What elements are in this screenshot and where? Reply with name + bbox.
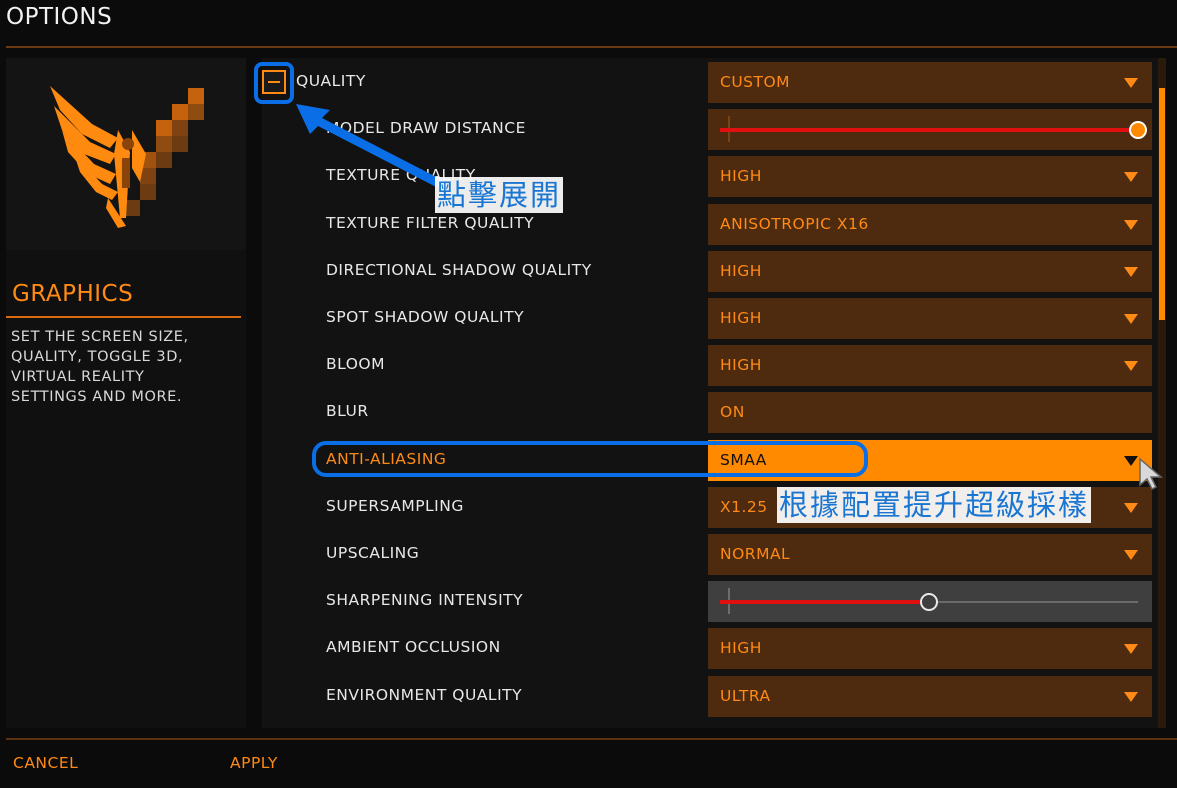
setting-row[interactable]: DIRECTIONAL SHADOW QUALITY HIGH [262, 247, 1158, 294]
slider-fill [720, 128, 1138, 132]
setting-value: X1.25 [720, 498, 768, 516]
setting-dropdown[interactable]: HIGH [708, 251, 1152, 292]
setting-row[interactable]: SPOT SHADOW QUALITY HIGH [262, 294, 1158, 341]
section-description: SET THE SCREEN SIZE, QUALITY, TOGGLE 3D,… [11, 329, 189, 405]
setting-dropdown[interactable]: HIGH [708, 298, 1152, 339]
dropdown-arrow-icon[interactable] [1124, 644, 1138, 654]
title-divider [6, 46, 1177, 48]
setting-row[interactable]: TEXTURE FILTER QUALITY ANISOTROPIC X16 [262, 200, 1158, 247]
setting-value: ON [720, 403, 745, 421]
dropdown-arrow-icon[interactable] [1124, 692, 1138, 702]
dropdown-arrow-icon[interactable] [1124, 267, 1138, 277]
setting-row[interactable]: MODEL DRAW DISTANCE [262, 105, 1158, 152]
cancel-button[interactable]: CANCEL [13, 754, 78, 772]
scrollbar-thumb[interactable] [1159, 88, 1165, 320]
setting-value: HIGH [720, 262, 762, 280]
setting-row[interactable]: UPSCALING NORMAL [262, 530, 1158, 577]
setting-row[interactable]: ENVIRONMENT QUALITY ULTRA [262, 672, 1158, 719]
setting-value: CUSTOM [720, 73, 791, 91]
section-divider [6, 316, 241, 318]
dropdown-arrow-icon[interactable] [1124, 78, 1138, 88]
dropdown-arrow-icon[interactable] [1124, 550, 1138, 560]
annotation-highlight-collapse [254, 62, 294, 104]
setting-label: SPOT SHADOW QUALITY [326, 308, 525, 326]
setting-dropdown[interactable]: CUSTOM [708, 62, 1152, 103]
dropdown-arrow-icon[interactable] [1124, 172, 1138, 182]
setting-row[interactable]: BLUR ON [262, 388, 1158, 435]
setting-dropdown[interactable]: ANISOTROPIC X16 [708, 204, 1152, 245]
slider-track[interactable] [720, 128, 1138, 132]
setting-dropdown[interactable]: NORMAL [708, 534, 1152, 575]
setting-row[interactable]: TEXTURE QUALITY HIGH [262, 152, 1158, 199]
apply-button[interactable]: APPLY [230, 754, 278, 772]
scrollbar[interactable] [1158, 58, 1166, 728]
setting-label: MODEL DRAW DISTANCE [326, 119, 526, 137]
setting-value: HIGH [720, 309, 762, 327]
setting-label: BLUR [326, 402, 369, 420]
setting-dropdown[interactable]: HIGH [708, 156, 1152, 197]
setting-toggle[interactable]: ON [708, 392, 1152, 433]
setting-dropdown[interactable]: ULTRA [708, 676, 1152, 717]
dropdown-arrow-icon[interactable] [1124, 456, 1138, 466]
setting-slider[interactable] [708, 581, 1152, 622]
section-title: GRAPHICS [12, 281, 134, 307]
emblem-graphic [50, 86, 204, 228]
setting-value: HIGH [720, 167, 762, 185]
dropdown-arrow-icon[interactable] [1124, 220, 1138, 230]
dropdown-arrow-icon[interactable] [1124, 503, 1138, 513]
setting-dropdown[interactable]: HIGH [708, 628, 1152, 669]
setting-value: HIGH [720, 639, 762, 657]
slider-handle[interactable] [920, 593, 938, 611]
elite-emblem [6, 58, 246, 250]
setting-label: UPSCALING [326, 544, 420, 562]
setting-label: SUPERSAMPLING [326, 497, 464, 515]
setting-value: NORMAL [720, 545, 791, 563]
annotation-expand-note: 點擊展開 [435, 177, 564, 213]
setting-label: QUALITY [296, 72, 366, 90]
setting-label: ENVIRONMENT QUALITY [326, 686, 523, 704]
dropdown-arrow-icon[interactable] [1124, 361, 1138, 371]
setting-label: BLOOM [326, 355, 385, 373]
annotation-supersampling-note: 根據配置提升超級採樣 [777, 487, 1092, 523]
setting-row[interactable]: QUALITY CUSTOM [262, 58, 1158, 105]
annotation-highlight-anti-aliasing [312, 441, 868, 477]
setting-dropdown[interactable]: HIGH [708, 345, 1152, 386]
setting-label: SHARPENING INTENSITY [326, 591, 524, 609]
setting-row[interactable]: BLOOM HIGH [262, 341, 1158, 388]
footer-divider [6, 738, 1177, 740]
settings-panel: QUALITY CUSTOM MODEL DRAW DISTANCE TEXTURE … [262, 58, 1158, 728]
setting-label: AMBIENT OCCLUSION [326, 638, 501, 656]
window-title: OPTIONS [6, 4, 113, 30]
dropdown-arrow-icon[interactable] [1124, 314, 1138, 324]
setting-value: ANISOTROPIC X16 [720, 215, 869, 233]
setting-label: DIRECTIONAL SHADOW QUALITY [326, 261, 592, 279]
setting-slider[interactable] [708, 109, 1152, 150]
setting-value: HIGH [720, 356, 762, 374]
slider-handle[interactable] [1129, 121, 1147, 139]
slider-fill [720, 600, 929, 604]
setting-value: ULTRA [720, 687, 771, 705]
setting-row[interactable]: SHARPENING INTENSITY [262, 577, 1158, 624]
setting-row[interactable]: AMBIENT OCCLUSION HIGH [262, 624, 1158, 671]
mouse-cursor-icon [1139, 457, 1164, 491]
